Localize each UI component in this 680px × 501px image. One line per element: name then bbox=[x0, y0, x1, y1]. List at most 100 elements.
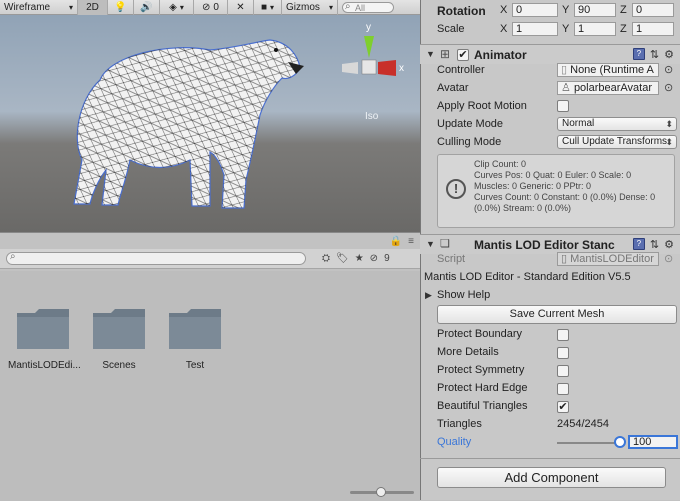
quality-label: Quality bbox=[437, 436, 472, 448]
speaker-icon: 🔊 bbox=[140, 1, 153, 13]
scale-y-field[interactable]: 1 bbox=[574, 22, 616, 36]
quality-slider-knob[interactable] bbox=[614, 436, 626, 448]
dropdown-arrow-icon: ▾ bbox=[328, 2, 333, 12]
show-help-foldout-icon[interactable]: ▶ bbox=[425, 290, 432, 301]
projection-label[interactable]: Iso bbox=[365, 111, 378, 122]
layer-count: 9 bbox=[384, 253, 390, 264]
object-picker-icon[interactable]: ⊙ bbox=[664, 63, 673, 76]
hidden-packages-icon[interactable]: ⊘ bbox=[370, 253, 378, 264]
settings-gear-icon[interactable]: ⚙ bbox=[664, 238, 674, 251]
icon-size-slider[interactable] bbox=[350, 487, 414, 497]
foldout-arrow-icon[interactable]: ▼ bbox=[426, 49, 435, 59]
object-picker-icon[interactable]: ⊙ bbox=[664, 81, 673, 94]
filter-by-type-icon[interactable]: ⛭ bbox=[322, 253, 330, 264]
project-toolbar: ⛭ 🏷 ★ ⊘ 9 bbox=[0, 249, 420, 269]
component-header-icons: ? ⇅ ⚙ bbox=[632, 48, 674, 61]
tools-toggle[interactable]: ✕ bbox=[228, 0, 254, 15]
apply-root-motion-checkbox[interactable] bbox=[557, 100, 569, 112]
dropdown-arrow-icon: ▾ bbox=[179, 2, 184, 12]
preset-icon[interactable]: ⇅ bbox=[650, 48, 659, 61]
folder-item[interactable]: Test bbox=[160, 307, 230, 371]
controller-value: None (Runtime A bbox=[570, 64, 654, 76]
lock-icon[interactable]: 🔒 bbox=[390, 236, 402, 247]
help-book-icon[interactable]: ? bbox=[632, 48, 645, 60]
show-help-label[interactable]: Show Help bbox=[437, 289, 490, 301]
effects-dropdown[interactable]: ◈ ▾ bbox=[160, 0, 194, 15]
rotation-z-label: Z bbox=[620, 4, 627, 16]
animator-component-header[interactable]: ▼ ⊞ ✔ Animator ? ⇅ ⚙ bbox=[420, 44, 680, 64]
preset-icon[interactable]: ⇅ bbox=[650, 238, 659, 251]
rotation-x-label: X bbox=[500, 4, 508, 16]
filter-by-label-icon[interactable]: 🏷 bbox=[336, 253, 349, 264]
polar-bear-model[interactable] bbox=[60, 20, 310, 215]
triangles-value: 2454/2454 bbox=[557, 418, 609, 430]
shading-mode-label: Wireframe bbox=[4, 1, 51, 13]
folder-item[interactable]: Scenes bbox=[84, 307, 154, 371]
shading-mode-dropdown[interactable]: Wireframe ▾ bbox=[0, 0, 78, 15]
lighting-toggle[interactable]: 💡 bbox=[108, 0, 134, 15]
divider bbox=[420, 458, 680, 459]
quality-input[interactable]: 100 bbox=[628, 435, 678, 449]
rotation-label: Rotation bbox=[437, 4, 486, 18]
animator-enabled-checkbox[interactable]: ✔ bbox=[457, 49, 469, 61]
culling-mode-label: Culling Mode bbox=[437, 136, 502, 148]
scene-toolbar: Wireframe ▾ 2D 💡 🔊 ◈ ▾ ⊘ 0 ✕ ■ ▾ Gizmos ▾ bbox=[0, 0, 420, 15]
triangles-label: Triangles bbox=[437, 418, 482, 430]
rotation-z-field[interactable]: 0 bbox=[632, 3, 674, 17]
foldout-arrow-icon[interactable]: ▼ bbox=[426, 239, 435, 249]
audio-toggle[interactable]: 🔊 bbox=[134, 0, 160, 15]
animator-info-text: Clip Count: 0 Curves Pos: 0 Quat: 0 Eule… bbox=[474, 159, 656, 213]
folder-item[interactable]: MantisLODEdi... bbox=[8, 307, 81, 371]
icon-size-slider-knob[interactable] bbox=[376, 487, 386, 497]
scene-search-input[interactable]: All bbox=[342, 1, 394, 13]
camera-dropdown[interactable]: ■ ▾ bbox=[254, 0, 282, 15]
folder-label: Scenes bbox=[102, 360, 136, 371]
update-mode-dropdown[interactable]: Normal bbox=[557, 117, 677, 131]
beautiful-triangles-checkbox[interactable]: ✔ bbox=[557, 401, 569, 413]
rotation-y-field[interactable]: 90 bbox=[574, 3, 616, 17]
quality-slider-track[interactable] bbox=[557, 442, 621, 444]
script-file-icon: ❏ bbox=[440, 238, 450, 250]
scale-z-field[interactable]: 1 bbox=[632, 22, 674, 36]
controller-field[interactable]: ▯ None (Runtime A bbox=[557, 63, 659, 77]
favorite-star-icon[interactable]: ★ bbox=[355, 253, 364, 264]
svg-text:x: x bbox=[399, 63, 404, 74]
project-search-input[interactable] bbox=[6, 251, 306, 265]
gizmos-dropdown[interactable]: Gizmos ▾ bbox=[282, 0, 338, 15]
more-details-checkbox[interactable] bbox=[557, 347, 569, 359]
avatar-field[interactable]: ♙ polarbearAvatar bbox=[557, 81, 659, 95]
project-assets-area[interactable]: MantisLODEdi... Scenes Test bbox=[0, 271, 420, 501]
rotation-y-label: Y bbox=[562, 4, 570, 16]
protect-hard-edge-checkbox[interactable] bbox=[557, 383, 569, 395]
hidden-objects-toggle[interactable]: ⊘ 0 bbox=[194, 0, 228, 15]
mantis-component-header[interactable]: ▼ ❏ Mantis LOD Editor Stanc ? ⇅ ⚙ bbox=[420, 234, 680, 254]
scene-view[interactable]: Wireframe ▾ 2D 💡 🔊 ◈ ▾ ⊘ 0 ✕ ■ ▾ Gizmos ▾ bbox=[0, 0, 420, 232]
settings-gear-icon[interactable]: ⚙ bbox=[664, 48, 674, 61]
camera-icon: ■ bbox=[260, 1, 268, 13]
avatar-value: polarbearAvatar bbox=[573, 82, 653, 94]
save-current-mesh-button[interactable]: Save Current Mesh bbox=[437, 305, 677, 324]
script-label: Script bbox=[437, 253, 466, 265]
folder-label: Test bbox=[185, 360, 205, 371]
svg-text:y: y bbox=[366, 22, 371, 33]
protect-symmetry-checkbox[interactable] bbox=[557, 365, 569, 377]
folder-icon bbox=[169, 309, 221, 349]
protect-boundary-checkbox[interactable] bbox=[557, 329, 569, 341]
protect-symmetry-label: Protect Symmetry bbox=[437, 364, 525, 376]
folder-icon bbox=[93, 309, 145, 349]
help-book-icon[interactable]: ? bbox=[632, 238, 645, 250]
panel-menu-icon[interactable]: ≡ bbox=[408, 236, 414, 247]
toggle-2d-button[interactable]: 2D bbox=[78, 0, 108, 15]
scale-x-field[interactable]: 1 bbox=[512, 22, 558, 36]
project-header: 🔒 ≡ bbox=[0, 233, 420, 249]
scale-label: Scale bbox=[437, 23, 465, 35]
orientation-gizmo[interactable]: y x bbox=[338, 22, 418, 122]
culling-mode-dropdown[interactable]: Cull Update Transforms bbox=[557, 135, 677, 149]
add-component-button[interactable]: Add Component bbox=[437, 467, 666, 488]
rotation-x-field[interactable]: 0 bbox=[512, 3, 558, 17]
animator-icon: ⊞ bbox=[440, 47, 451, 61]
update-mode-label: Update Mode bbox=[437, 118, 504, 130]
gizmos-label: Gizmos bbox=[286, 1, 320, 13]
avatar-object-icon: ♙ bbox=[561, 82, 571, 94]
mantis-title: Mantis LOD Editor Stanc bbox=[474, 238, 615, 252]
